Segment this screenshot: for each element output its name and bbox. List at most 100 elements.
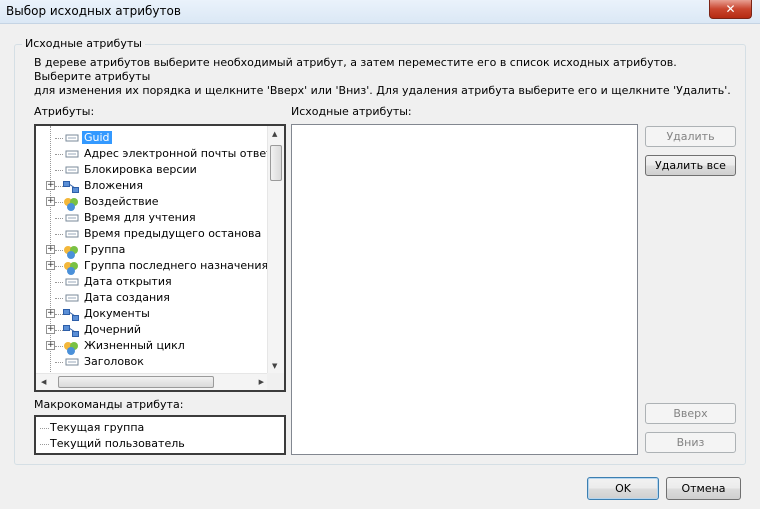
tree-connector: [55, 218, 63, 219]
tree-connector: [55, 362, 63, 363]
macros-label: Макрокоманды атрибута:: [34, 398, 184, 411]
tree-item[interactable]: + Группа: [36, 242, 268, 259]
tree-item[interactable]: + Вложения: [36, 178, 268, 194]
move-up-button-label: Вверх: [673, 407, 708, 420]
field-icon: [63, 133, 79, 143]
tree-connector: [40, 428, 49, 429]
remove-all-button-label: Удалить все: [655, 159, 726, 172]
tree-connector: [55, 266, 63, 267]
tree-item-label: Дата создания: [84, 291, 170, 304]
tree-connector: [55, 154, 63, 155]
ok-button[interactable]: OK: [587, 477, 659, 500]
ok-button-label: OK: [615, 482, 631, 495]
close-button[interactable]: ✕: [709, 0, 752, 19]
move-down-button-label: Вниз: [676, 436, 705, 449]
tree-item-label: Жизненный цикл: [84, 339, 185, 352]
field-icon: [63, 357, 79, 367]
tree-item[interactable]: Дата открытия: [36, 274, 268, 290]
tree-connector: [55, 138, 63, 139]
macros-list[interactable]: Текущая группа Текущий пользователь: [34, 415, 286, 455]
scroll-up-arrow-icon[interactable]: ▲: [272, 130, 277, 138]
relation-icon: [63, 181, 79, 193]
tree-connector: [55, 282, 63, 283]
expand-icon[interactable]: +: [46, 261, 55, 270]
tree-item[interactable]: + Воздействие: [36, 194, 268, 211]
source-attributes-list[interactable]: [291, 124, 638, 455]
attribute-tree[interactable]: Guid Адрес электронной почты ответа Блокир…: [34, 124, 286, 392]
source-attributes-label: Исходные атрибуты:: [291, 105, 412, 118]
tree-connector: [55, 250, 63, 251]
instructions-text: В дереве атрибутов выберите необходимый …: [34, 56, 734, 98]
close-icon: ✕: [725, 2, 736, 16]
tree-connector: [55, 330, 63, 331]
tree-item[interactable]: Дата создания: [36, 290, 268, 306]
tree-item-label: Время предыдущего останова: [84, 227, 262, 240]
tree-item[interactable]: Заголовок: [36, 354, 268, 370]
macro-item[interactable]: Текущий пользователь: [40, 437, 185, 450]
tree-item[interactable]: Адрес электронной почты ответа: [36, 146, 279, 162]
tree-connector: [40, 444, 49, 445]
expand-icon[interactable]: +: [46, 309, 55, 318]
tree-connector: [55, 314, 63, 315]
remove-button-label: Удалить: [666, 130, 715, 143]
scrollbar-corner: [267, 373, 284, 390]
expand-icon[interactable]: +: [46, 181, 55, 190]
remove-button[interactable]: Удалить: [645, 126, 736, 147]
tree-item-label: Адрес электронной почты ответа: [84, 147, 280, 160]
attributes-label: Атрибуты:: [34, 105, 95, 118]
tree-connector: [55, 298, 63, 299]
tree-item-label: Документы: [84, 307, 150, 320]
tree-item-label: Вложения: [84, 179, 143, 192]
field-icon: [63, 229, 79, 239]
window-title: Выбор исходных атрибутов: [6, 4, 181, 18]
tree-item-label: Воздействие: [84, 195, 159, 208]
tree-item-label: Дата открытия: [84, 275, 172, 288]
scroll-down-arrow-icon[interactable]: ▼: [272, 362, 277, 370]
field-icon: [63, 277, 79, 287]
tree-item-label: Guid: [82, 131, 112, 144]
tree-item[interactable]: Время для учтения: [36, 210, 268, 226]
tree-connector: [55, 202, 63, 203]
expand-icon[interactable]: +: [46, 325, 55, 334]
move-up-button[interactable]: Вверх: [645, 403, 736, 424]
group-icon: [63, 261, 79, 275]
tree-vertical-scrollbar[interactable]: ▲ ▼: [267, 126, 284, 373]
group-icon: [63, 197, 79, 211]
macro-item-label: Текущая группа: [50, 421, 145, 434]
tree-item[interactable]: Guid: [36, 130, 268, 146]
cancel-button[interactable]: Отмена: [666, 477, 741, 500]
tree-connector: [55, 186, 63, 187]
remove-all-button[interactable]: Удалить все: [645, 155, 736, 176]
tree-item-label: Заголовок: [84, 355, 144, 368]
expand-icon[interactable]: +: [46, 341, 55, 350]
relation-icon: [63, 325, 79, 337]
move-down-button[interactable]: Вниз: [645, 432, 736, 453]
tree-horizontal-scrollbar[interactable]: ◀ ▶: [36, 373, 269, 390]
tree-item[interactable]: Блокировка версии: [36, 162, 268, 178]
tree-item-label: Время для учтения: [84, 211, 196, 224]
scroll-right-arrow-icon[interactable]: ▶: [259, 378, 264, 386]
tree-connector: [55, 346, 63, 347]
tree-item[interactable]: + Группа последнего назначения: [36, 258, 269, 275]
tree-connector: [55, 234, 63, 235]
relation-icon: [63, 309, 79, 321]
scroll-left-arrow-icon[interactable]: ◀: [41, 378, 46, 386]
tree-horizontal-scroll-thumb[interactable]: [58, 376, 214, 388]
instructions-line-1: В дереве атрибутов выберите необходимый …: [34, 56, 677, 83]
tree-item[interactable]: + Дочерний: [36, 322, 268, 338]
group-icon: [63, 245, 79, 259]
tree-item-label: Дочерний: [84, 323, 142, 336]
field-icon: [63, 293, 79, 303]
group-legend: Исходные атрибуты: [22, 37, 145, 50]
tree-item[interactable]: + Жизненный цикл: [36, 338, 268, 355]
expand-icon[interactable]: +: [46, 197, 55, 206]
tree-item[interactable]: + Документы: [36, 306, 268, 322]
macro-item[interactable]: Текущая группа: [40, 421, 145, 434]
macro-item-label: Текущий пользователь: [50, 437, 185, 450]
tree-connector: [55, 170, 63, 171]
tree-item-label: Группа последнего назначения: [84, 259, 269, 272]
field-icon: [63, 165, 79, 175]
expand-icon[interactable]: +: [46, 245, 55, 254]
tree-vertical-scroll-thumb[interactable]: [270, 145, 282, 181]
tree-item[interactable]: Время предыдущего останова: [36, 226, 268, 242]
